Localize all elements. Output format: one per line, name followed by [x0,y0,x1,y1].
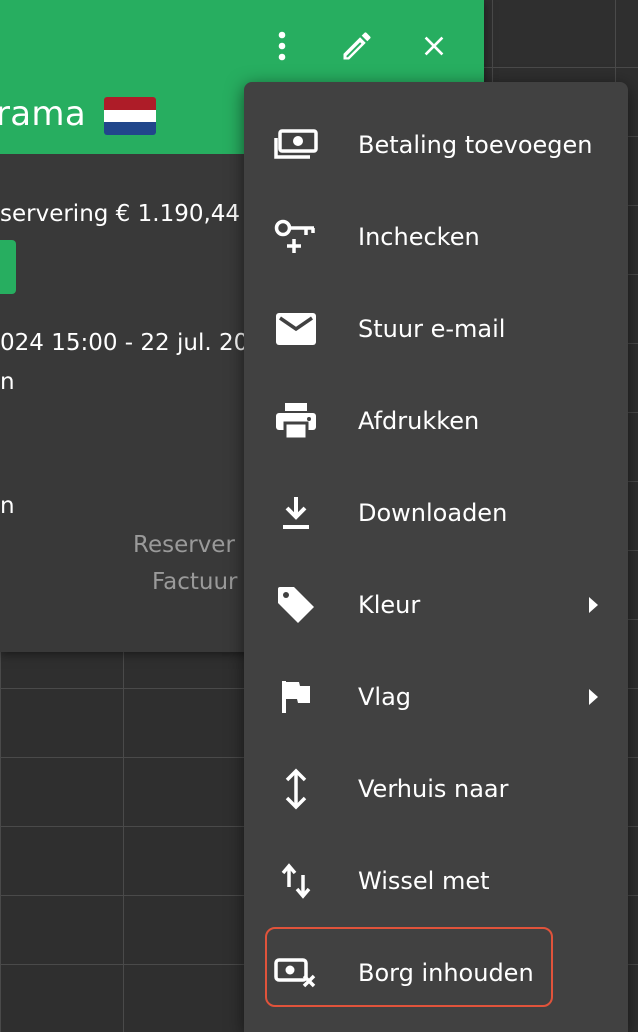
menu-item-label: Vlag [358,683,412,711]
close-icon[interactable] [416,28,452,64]
menu-item-send-email[interactable]: Stuur e-mail [244,283,628,375]
reservation-dates: 024 15:00 - 22 jul. 20 [0,330,249,356]
menu-item-label: Inchecken [358,223,480,251]
menu-item-label: Afdrukken [358,407,480,435]
menu-item-label: Kleur [358,591,421,619]
menu-item-check-in[interactable]: Inchecken [244,191,628,283]
menu-item-label: Verhuis naar [358,775,509,803]
reservation-link[interactable]: Reserver [133,532,235,558]
flag-icon [274,675,318,719]
menu-item-download[interactable]: Downloaden [244,467,628,559]
status-badge [0,240,16,294]
reservation-title: rama [0,94,86,134]
reservation-amount: servering € 1.190,44 [0,201,241,227]
menu-item-add-payment[interactable]: Betaling toevoegen [244,99,628,191]
menu-item-move-to[interactable]: Verhuis naar [244,743,628,835]
chevron-right-icon [589,597,598,613]
context-menu: Betaling toevoegen Inchecken Stuur e-mai… [244,82,628,1032]
more-vertical-icon[interactable] [264,28,300,64]
key-icon [274,215,318,259]
download-icon [274,491,318,535]
menu-item-flag[interactable]: Vlag [244,651,628,743]
menu-item-swap-with[interactable]: Wissel met [244,835,628,927]
invoice-link[interactable]: Factuur [152,569,238,595]
move-icon [274,767,318,811]
highlight-box [265,927,553,1007]
payment-icon [274,123,318,167]
mail-icon [274,307,318,351]
tag-icon [274,583,318,627]
pencil-icon[interactable] [339,28,375,64]
menu-item-print[interactable]: Afdrukken [244,375,628,467]
print-icon [274,399,318,443]
menu-item-label: Betaling toevoegen [358,131,593,159]
reservation-detail: n [0,369,15,395]
menu-item-label: Wissel met [358,867,490,895]
swap-icon [274,859,318,903]
reservation-detail-2: n [0,493,15,519]
chevron-right-icon [589,689,598,705]
netherlands-flag-icon [104,97,156,135]
menu-item-color[interactable]: Kleur [244,559,628,651]
menu-item-label: Downloaden [358,499,508,527]
menu-item-label: Stuur e-mail [358,315,506,343]
